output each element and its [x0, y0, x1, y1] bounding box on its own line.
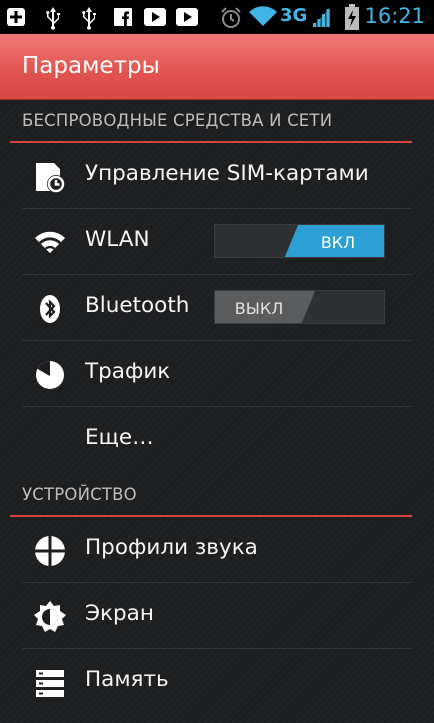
data-usage-icon: [36, 361, 64, 389]
sim-card-icon: [36, 163, 65, 193]
settings-item-data-usage[interactable]: Трафик: [0, 341, 434, 407]
page-title: Параметры: [22, 53, 160, 79]
settings-item-label: Bluetooth: [85, 293, 190, 318]
youtube-icon: [144, 8, 166, 26]
settings-item-storage[interactable]: Память: [0, 649, 434, 715]
settings-item-more[interactable]: Еще…: [0, 407, 434, 473]
toggle-on-label: ВКЛ: [284, 225, 384, 257]
action-bar: Параметры: [0, 34, 434, 100]
section-header-label: УСТРОЙСТВО: [22, 485, 137, 504]
add-icon: [7, 8, 25, 26]
section-header-label: БЕСПРОВОДНЫЕ СРЕДСТВА И СЕТИ: [22, 111, 333, 130]
settings-item-wlan[interactable]: WLAN ВКЛ: [0, 209, 434, 275]
youtube-icon: [176, 8, 198, 26]
alarm-icon: [221, 7, 241, 28]
network-type: 3G: [280, 5, 308, 26]
bluetooth-toggle[interactable]: ВЫКЛ: [214, 290, 385, 324]
status-bar: 3G 16:21: [0, 0, 434, 34]
settings-item-sound-profiles[interactable]: Профили звука: [0, 517, 434, 583]
settings-item-label: Трафик: [85, 359, 171, 384]
storage-icon: [36, 670, 64, 697]
usb-icon: [82, 7, 96, 30]
wifi-icon: [35, 231, 65, 253]
battery-charging-icon: [345, 4, 359, 30]
settings-item-label: Память: [85, 667, 169, 692]
status-clock: 16:21: [364, 4, 425, 28]
settings-item-label: Управление SIM-картами: [85, 161, 369, 186]
wlan-toggle[interactable]: ВКЛ: [214, 224, 385, 258]
settings-item-bluetooth[interactable]: Bluetooth ВЫКЛ: [0, 275, 434, 341]
settings-item-label: Экран: [85, 601, 154, 626]
signal-icon: [312, 7, 330, 27]
toggle-off-label: ВЫКЛ: [215, 291, 315, 324]
display-brightness-icon: [34, 601, 66, 632]
facebook-icon: [114, 8, 132, 26]
settings-item-label: Профили звука: [85, 535, 258, 560]
section-header-device: УСТРОЙСТВО: [0, 473, 434, 517]
wifi-icon: [249, 6, 277, 26]
settings-item-display[interactable]: Экран: [0, 583, 434, 649]
settings-item-sim-management[interactable]: Управление SIM-картами: [0, 143, 434, 209]
bluetooth-icon: [40, 295, 60, 323]
settings-item-label: Еще…: [85, 425, 154, 450]
sound-profiles-icon: [35, 536, 65, 566]
usb-icon: [46, 7, 60, 30]
section-header-wireless: БЕСПРОВОДНЫЕ СРЕДСТВА И СЕТИ: [0, 99, 434, 143]
settings-item-label: WLAN: [85, 227, 150, 252]
